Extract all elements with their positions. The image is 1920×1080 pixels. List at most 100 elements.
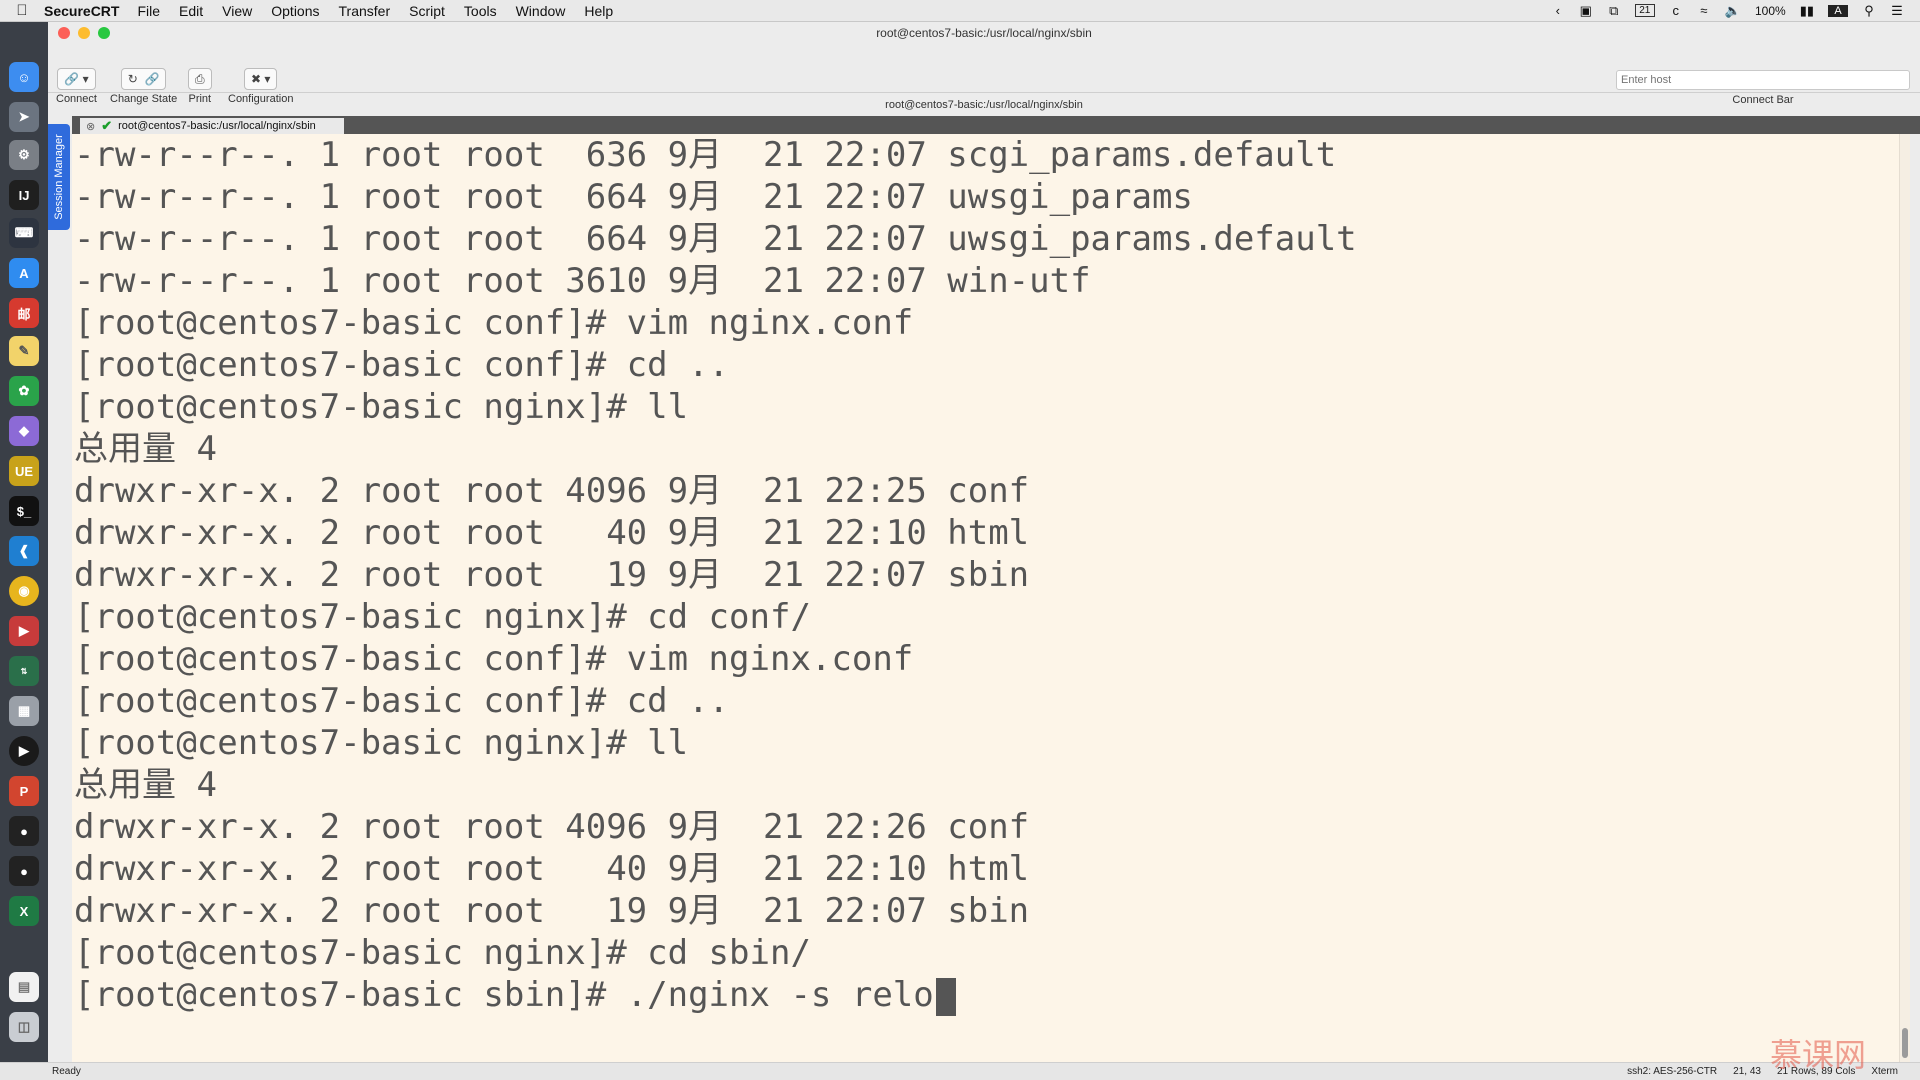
evernote-icon[interactable]: ✿ bbox=[9, 376, 39, 406]
chevron-left-icon[interactable]: ‹ bbox=[1551, 3, 1565, 18]
menu-options[interactable]: Options bbox=[271, 3, 319, 19]
status-terminal-type: Xterm bbox=[1871, 1066, 1898, 1077]
powerpoint-icon[interactable]: P bbox=[9, 776, 39, 806]
terminal-icon[interactable]: $_ bbox=[9, 496, 39, 526]
bluetooth-icon[interactable]: ϲ bbox=[1669, 3, 1683, 18]
close-window-button[interactable] bbox=[58, 27, 70, 39]
terminal-scrollbar[interactable] bbox=[1899, 134, 1910, 1078]
menu-bar:  SecureCRT File Edit View Options Trans… bbox=[0, 0, 1920, 22]
vscode-icon[interactable]: ❰ bbox=[9, 536, 39, 566]
terminal-line: [root@centos7-basic conf]# vim nginx.con… bbox=[74, 303, 914, 343]
terminal-line: [root@centos7-basic conf]# vim nginx.con… bbox=[74, 639, 914, 679]
menu-transfer[interactable]: Transfer bbox=[339, 3, 391, 19]
session-title: root@centos7-basic:/usr/local/nginx/sbin bbox=[885, 99, 1083, 111]
terminal-output: -rw-r--r--. 1 root root 636 9月 21 22:07 … bbox=[72, 134, 1357, 1016]
battery-icon[interactable]: ▮▮ bbox=[1800, 3, 1814, 19]
volume-icon[interactable]: 🔈 bbox=[1725, 3, 1741, 19]
spotlight-search-icon[interactable]: ⚲ bbox=[1862, 3, 1876, 19]
terminal-line: drwxr-xr-x. 2 root root 19 9月 21 22:07 s… bbox=[74, 891, 1030, 931]
wifi-icon[interactable]: ≈ bbox=[1697, 3, 1711, 18]
session-title-bar: root@centos7-basic:/usr/local/nginx/sbin bbox=[48, 92, 1920, 117]
document-icon[interactable]: ▤ bbox=[9, 972, 39, 1002]
terminal-line: -rw-r--r--. 1 root root 664 9月 21 22:07 … bbox=[74, 219, 1357, 259]
status-menus: ‹ ▣ ⧉ 21 ϲ ≈ 🔈 100% ▮▮ A ⚲ ☰ bbox=[1551, 3, 1920, 19]
terminal-cursor bbox=[935, 977, 956, 1016]
menu-file[interactable]: File bbox=[137, 3, 160, 19]
terminal-line: [root@centos7-basic conf]# cd .. bbox=[74, 345, 730, 385]
scrollbar-thumb[interactable] bbox=[1902, 1028, 1908, 1058]
status-cipher: ssh2: AES-256-CTR bbox=[1627, 1066, 1718, 1077]
dock: ☺ ➤ ⚙ IJ ⌨ A 邮 ✎ ✿ ◆ UE $_ ❰ ◉ ▶ ⇅ ▦ ▶ P… bbox=[0, 22, 48, 1080]
notification-center-icon[interactable]: ☰ bbox=[1890, 3, 1904, 19]
terminal-line: -rw-r--r--. 1 root root 664 9月 21 22:07 … bbox=[74, 177, 1193, 217]
menu-window[interactable]: Window bbox=[516, 3, 566, 19]
menu-help[interactable]: Help bbox=[584, 3, 613, 19]
session-tab-label: root@centos7-basic:/usr/local/nginx/sbin bbox=[118, 120, 316, 132]
preview-icon[interactable]: ▦ bbox=[9, 696, 39, 726]
connected-check-icon: ✔ bbox=[101, 118, 113, 133]
input-source-icon[interactable]: A bbox=[1828, 4, 1848, 17]
terminal-line: drwxr-xr-x. 2 root root 40 9月 21 22:10 h… bbox=[74, 513, 1030, 553]
app-menu[interactable]: SecureCRT bbox=[44, 3, 119, 19]
calendar-icon[interactable]: 21 bbox=[1634, 4, 1655, 17]
terminal-view[interactable]: -rw-r--r--. 1 root root 636 9月 21 22:07 … bbox=[72, 134, 1910, 1078]
watermark: 慕课网 bbox=[1770, 1036, 1867, 1074]
apple-menu-icon[interactable]:  bbox=[0, 2, 44, 19]
terminal-line: drwxr-xr-x. 2 root root 19 9月 21 22:07 s… bbox=[74, 555, 1030, 595]
network-monitor-icon[interactable]: ⇅ bbox=[9, 656, 39, 686]
screen-record-icon[interactable]: ▣ bbox=[1579, 3, 1593, 19]
session-tab[interactable]: ⊗ ✔ root@centos7-basic:/usr/local/nginx/… bbox=[80, 118, 344, 134]
menu-edit[interactable]: Edit bbox=[179, 3, 203, 19]
finder-icon[interactable]: ☺ bbox=[9, 62, 39, 92]
media-app-icon[interactable]: ◆ bbox=[9, 416, 39, 446]
system-preferences-icon[interactable]: ⚙ bbox=[9, 140, 39, 170]
ultraedit-icon[interactable]: UE bbox=[9, 456, 39, 486]
terminal-line: [root@centos7-basic nginx]# ll bbox=[74, 723, 689, 763]
app-icon[interactable]: ▶ bbox=[9, 616, 39, 646]
securecrt-dock-icon[interactable]: ⌨ bbox=[9, 218, 39, 248]
chrome-icon[interactable]: ◉ bbox=[9, 576, 39, 606]
intellij-icon[interactable]: IJ bbox=[9, 180, 39, 210]
menu-view[interactable]: View bbox=[222, 3, 252, 19]
battery-percent: 100% bbox=[1754, 3, 1786, 18]
quicktime-icon[interactable]: ▶ bbox=[9, 736, 39, 766]
zoom-window-button[interactable] bbox=[98, 27, 110, 39]
terminal-line: drwxr-xr-x. 2 root root 40 9月 21 22:10 h… bbox=[74, 849, 1030, 889]
status-ready: Ready bbox=[52, 1066, 81, 1077]
window-titlebar: root@centos7-basic:/usr/local/nginx/sbin bbox=[48, 22, 1920, 44]
session-tab-bar: ⊗ ✔ root@centos7-basic:/usr/local/nginx/… bbox=[72, 116, 1920, 134]
terminal-line: -rw-r--r--. 1 root root 3610 9月 21 22:07… bbox=[74, 261, 1091, 301]
session-manager-label: Session Manager bbox=[53, 134, 66, 220]
terminal-line: drwxr-xr-x. 2 root root 4096 9月 21 22:25… bbox=[74, 471, 1030, 511]
trash-icon[interactable]: ◫ bbox=[9, 1012, 39, 1042]
host-input[interactable] bbox=[1616, 70, 1910, 90]
terminal-line: 总用量 4 bbox=[74, 429, 217, 469]
minimize-window-button[interactable] bbox=[78, 27, 90, 39]
window-title: root@centos7-basic:/usr/local/nginx/sbin bbox=[876, 26, 1092, 40]
close-tab-icon[interactable]: ⊗ bbox=[86, 120, 95, 133]
change-state-icon: ↻ 🔗 bbox=[120, 68, 167, 90]
qq-icon[interactable]: ● bbox=[9, 816, 39, 846]
terminal-line: [root@centos7-basic nginx]# ll bbox=[74, 387, 689, 427]
app-store-icon[interactable]: A bbox=[9, 258, 39, 288]
terminal-line: [root@centos7-basic nginx]# cd conf/ bbox=[74, 597, 811, 637]
stickies-icon[interactable]: ✎ bbox=[9, 336, 39, 366]
terminal-current-input: [root@centos7-basic sbin]# ./nginx -s re… bbox=[74, 975, 934, 1015]
status-bar: Ready ssh2: AES-256-CTR 21, 43 21 Rows, … bbox=[0, 1062, 1920, 1080]
session-manager-tab[interactable]: Session Manager bbox=[48, 124, 70, 230]
menu-script[interactable]: Script bbox=[409, 3, 445, 19]
terminal-line: drwxr-xr-x. 2 root root 4096 9月 21 22:26… bbox=[74, 807, 1030, 847]
status-cursor-position: 21, 43 bbox=[1733, 1066, 1761, 1077]
qq-secondary-icon[interactable]: ● bbox=[9, 856, 39, 886]
windows-icon[interactable]: ⧉ bbox=[1607, 3, 1621, 19]
menu-tools[interactable]: Tools bbox=[464, 3, 497, 19]
terminal-current-line: [root@centos7-basic sbin]# ./nginx -s re… bbox=[72, 974, 1357, 1016]
excel-icon[interactable]: X bbox=[9, 896, 39, 926]
terminal-line: [root@centos7-basic conf]# cd .. bbox=[74, 681, 730, 721]
tools-icon: ✖ ▾ bbox=[244, 68, 278, 90]
terminal-line: 总用量 4 bbox=[74, 765, 217, 805]
launchpad-icon[interactable]: ➤ bbox=[9, 102, 39, 132]
link-icon: 🔗 ▾ bbox=[57, 68, 96, 90]
printer-icon: ⎙ bbox=[188, 68, 212, 90]
mail-app-icon[interactable]: 邮 bbox=[9, 298, 39, 328]
